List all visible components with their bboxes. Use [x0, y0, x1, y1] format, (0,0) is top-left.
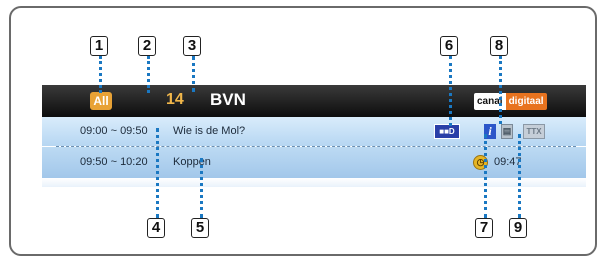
- leader-line-5: [200, 158, 203, 218]
- callout-4: 4: [147, 218, 165, 238]
- leader-line-8: [499, 56, 502, 124]
- callout-5: 5: [191, 218, 209, 238]
- banner-bottom-edge: [42, 178, 586, 187]
- genre-filter-badge: All: [90, 92, 112, 110]
- channel-name: BVN: [210, 90, 246, 109]
- leader-line-1: [99, 56, 102, 93]
- callout-7: 7: [475, 218, 493, 238]
- current-program-row: 09:00 ~ 09:50 Wie is de Mol? ■■D i ▤ TTX: [42, 117, 586, 146]
- subtitle-icon: ▤: [501, 124, 513, 139]
- leader-line-7: [484, 134, 487, 218]
- callout-6: 6: [440, 36, 458, 56]
- callout-2: 2: [138, 36, 156, 56]
- leader-line-3: [192, 56, 195, 92]
- current-program-time: 09:00 ~ 09:50: [80, 125, 148, 137]
- dolby-digital-icon: ■■D: [434, 124, 460, 139]
- next-program-time: 09:50 ~ 10:20: [80, 156, 148, 168]
- callout-9: 9: [509, 218, 527, 238]
- callout-1: 1: [90, 36, 108, 56]
- channel-header-bar: All 14 BVN canal digitaal: [42, 85, 586, 117]
- leader-line-2: [147, 56, 150, 93]
- channel-info-banner: All 14 BVN canal digitaal 09:00 ~ 09:50 …: [42, 85, 586, 187]
- callout-3: 3: [183, 36, 201, 56]
- callout-8: 8: [490, 36, 508, 56]
- leader-line-4: [156, 128, 159, 218]
- leader-line-6: [449, 56, 452, 126]
- next-program-row: 09:50 ~ 10:20 Koppen ◷ 09:47: [42, 147, 586, 178]
- provider-logo: canal digitaal: [474, 93, 547, 110]
- leader-line-9: [518, 134, 521, 218]
- channel-number: 14: [166, 91, 184, 108]
- next-program-title: Koppen: [173, 156, 211, 168]
- teletext-icon: TTX: [523, 124, 545, 139]
- current-program-title: Wie is de Mol?: [173, 125, 246, 137]
- provider-logo-part2: digitaal: [505, 93, 547, 110]
